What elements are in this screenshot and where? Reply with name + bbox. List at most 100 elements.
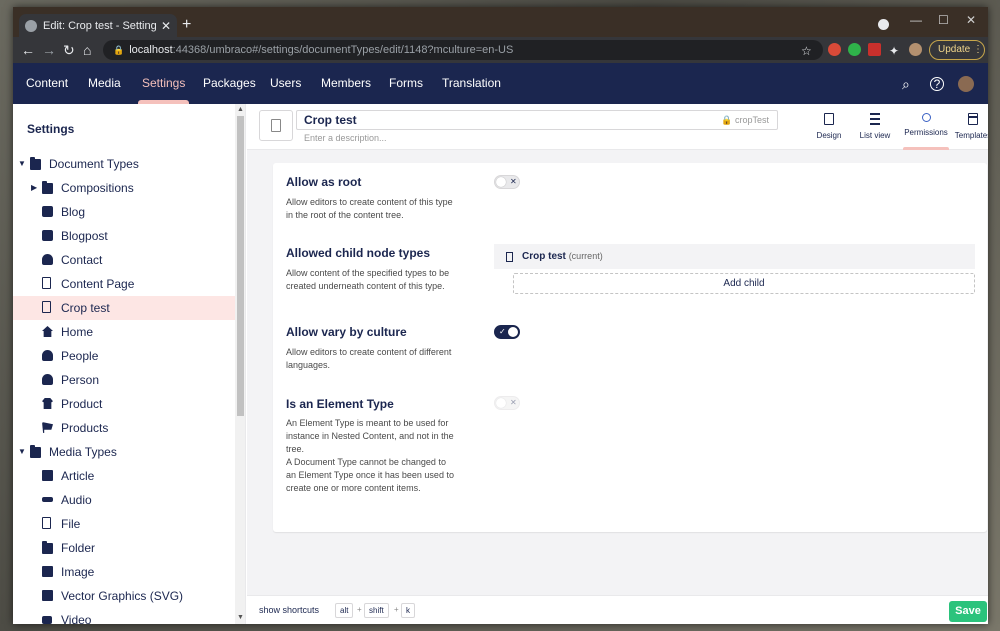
- document-icon: [506, 252, 513, 262]
- new-tab-icon[interactable]: +: [182, 17, 191, 33]
- caret-right-icon[interactable]: ▶: [31, 176, 37, 200]
- forward-icon[interactable]: →: [42, 42, 56, 58]
- nav-translation[interactable]: Translation: [442, 63, 501, 104]
- tab-label: Permissions: [904, 128, 948, 137]
- tree-item-article[interactable]: Article: [13, 464, 235, 488]
- tree-item-compositions[interactable]: ▶ Compositions: [13, 176, 235, 200]
- nav-packages[interactable]: Packages: [203, 63, 256, 104]
- scroll-up-icon[interactable]: ▲: [237, 106, 244, 113]
- tree-item-person[interactable]: Person: [13, 368, 235, 392]
- permissions-panel: Allow as root Allow editors to create co…: [273, 163, 987, 532]
- tree-item-content-page[interactable]: Content Page: [13, 272, 235, 296]
- tree-item-label: Audio: [61, 493, 92, 507]
- tree-item-contact[interactable]: Contact: [13, 248, 235, 272]
- add-child-button[interactable]: Add child: [513, 273, 975, 294]
- extension-icon[interactable]: [828, 43, 841, 56]
- tree-item-blog[interactable]: Blog: [13, 200, 235, 224]
- toggle-knob: [508, 327, 518, 337]
- allow-as-root-description: Allow editors to create content of this …: [286, 197, 453, 220]
- calendar-icon: [42, 230, 53, 241]
- tab-design[interactable]: Design: [807, 104, 851, 150]
- tree-item-folder[interactable]: Folder: [13, 536, 235, 560]
- nav-content[interactable]: Content: [26, 63, 68, 104]
- tab-list-view[interactable]: List view: [853, 104, 897, 150]
- shortcut-key: k: [401, 603, 415, 618]
- child-name: Crop test (current): [522, 244, 603, 269]
- description-input[interactable]: Enter a description...: [304, 133, 387, 143]
- tab-templates[interactable]: Templates: [953, 104, 988, 150]
- close-window-icon[interactable]: ✕: [966, 13, 976, 27]
- tree-item-label: Products: [61, 421, 109, 435]
- help-icon[interactable]: ?: [930, 77, 944, 91]
- show-shortcuts-link[interactable]: show shortcuts: [259, 605, 319, 615]
- element-type-toggle[interactable]: ✕: [494, 396, 520, 410]
- caret-down-icon[interactable]: ▼: [18, 152, 26, 176]
- nav-members[interactable]: Members: [321, 63, 371, 104]
- reload-icon[interactable]: ↻: [63, 42, 75, 58]
- list-icon: [870, 113, 880, 125]
- person-icon: [42, 374, 53, 385]
- puzzle-icon[interactable]: ✦: [889, 43, 899, 59]
- scroll-down-icon[interactable]: ▼: [237, 614, 244, 621]
- allow-as-root-label: Allow as root: [286, 175, 362, 189]
- editor-main: Crop test 🔒 cropTest Enter a description…: [247, 104, 988, 624]
- allow-vary-toggle[interactable]: ✓: [494, 325, 520, 339]
- alias-field[interactable]: 🔒 cropTest: [721, 111, 769, 129]
- browser-tab[interactable]: Edit: Crop test - Settings - localh ✕: [19, 14, 177, 37]
- child-current-suffix: (current): [568, 251, 603, 261]
- extension-icon[interactable]: [868, 43, 881, 56]
- tree-item-blogpost[interactable]: Blogpost: [13, 224, 235, 248]
- update-button[interactable]: Update ⋮: [929, 40, 985, 60]
- save-button[interactable]: Save: [949, 601, 987, 622]
- tree-item-label: Media Types: [49, 445, 117, 459]
- nav-forms[interactable]: Forms: [389, 63, 423, 104]
- scrollbar-thumb[interactable]: [237, 116, 244, 416]
- tree-item-label: Person: [61, 373, 100, 387]
- people-icon: [42, 350, 53, 361]
- tree-item-audio[interactable]: Audio: [13, 488, 235, 512]
- element-type-label: Is an Element Type: [286, 397, 394, 411]
- tree-item-video[interactable]: Video: [13, 608, 235, 624]
- tree-item-document-types[interactable]: ▼ Document Types: [13, 152, 235, 176]
- image-icon: [42, 590, 53, 601]
- cart-icon: [42, 422, 53, 433]
- maximize-icon[interactable]: ☐: [938, 13, 949, 27]
- minimize-icon[interactable]: —: [910, 13, 922, 27]
- tree-item-label: Blogpost: [61, 229, 108, 243]
- nav-settings[interactable]: Settings: [137, 63, 190, 104]
- caret-down-icon[interactable]: ▼: [18, 440, 26, 464]
- tree-item-file[interactable]: File: [13, 512, 235, 536]
- nav-users[interactable]: Users: [270, 63, 301, 104]
- tree-item-product[interactable]: Product: [13, 392, 235, 416]
- tree-item-media-types[interactable]: ▼ Media Types: [13, 440, 235, 464]
- tree-item-people[interactable]: People: [13, 344, 235, 368]
- bookmark-star-icon[interactable]: ☆: [801, 43, 812, 59]
- profile-avatar-icon[interactable]: [909, 43, 922, 56]
- sidebar-scrollbar[interactable]: ▲ ▼: [235, 104, 245, 624]
- tab-permissions[interactable]: Permissions: [901, 104, 951, 150]
- url-input[interactable]: 🔒 localhost:44368/umbraco#/settings/docum…: [103, 40, 823, 60]
- url-path: :44368/umbraco#/settings/documentTypes/e…: [172, 44, 514, 56]
- icon-picker-button[interactable]: [259, 110, 293, 141]
- allow-as-root-toggle[interactable]: ✕: [494, 175, 520, 189]
- name-input[interactable]: Crop test 🔒 cropTest: [296, 110, 778, 130]
- profile-icon[interactable]: [878, 19, 889, 30]
- close-tab-icon[interactable]: ✕: [161, 19, 171, 33]
- address-bar: ← → ↻ ⌂ 🔒 localhost:44368/umbraco#/settin…: [13, 37, 988, 63]
- tree-item-products[interactable]: Products: [13, 416, 235, 440]
- search-icon[interactable]: ⌕: [902, 76, 910, 93]
- tree-item-label: Folder: [61, 541, 96, 555]
- user-pin-icon: [42, 254, 53, 265]
- tree-item-home[interactable]: Home: [13, 320, 235, 344]
- tree-item-crop-test[interactable]: Crop test: [13, 296, 235, 320]
- nav-media[interactable]: Media: [88, 63, 121, 104]
- home-icon[interactable]: ⌂: [83, 42, 91, 58]
- extension-icon[interactable]: [848, 43, 861, 56]
- umbraco-top-nav: Content Media Settings Packages Users Me…: [13, 63, 988, 104]
- document-icon: [42, 517, 51, 529]
- tree-item-image[interactable]: Image: [13, 560, 235, 584]
- tree-item-vector-graphics[interactable]: Vector Graphics (SVG): [13, 584, 235, 608]
- user-avatar[interactable]: [958, 76, 974, 92]
- tree-item-label: Video: [61, 613, 92, 624]
- back-icon[interactable]: ←: [21, 42, 35, 58]
